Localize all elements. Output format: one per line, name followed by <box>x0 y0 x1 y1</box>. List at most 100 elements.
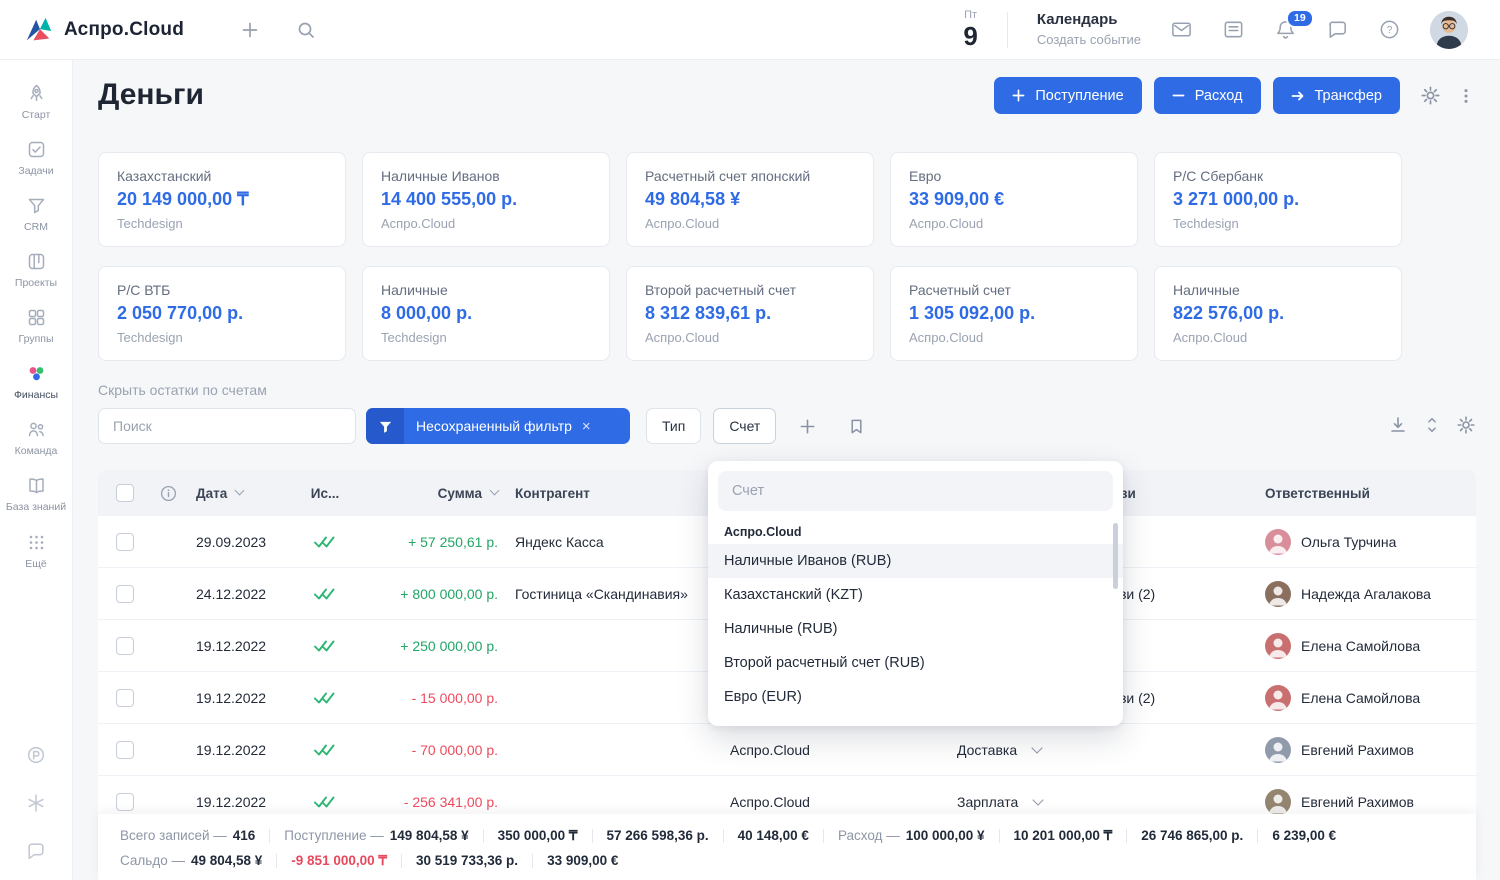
settings-gear-icon[interactable] <box>1420 85 1441 106</box>
row-checkbox[interactable] <box>116 585 134 603</box>
hide-balances-link[interactable]: Скрыть остатки по счетам <box>98 382 267 398</box>
account-card[interactable]: Евро 33 909,00 € Аспро.Cloud <box>890 152 1138 247</box>
column-header-amount[interactable]: Сумма <box>438 470 498 516</box>
avatar <box>1265 737 1291 763</box>
dropdown-search-input[interactable] <box>718 471 1113 511</box>
global-search-icon[interactable] <box>296 20 316 40</box>
divider <box>1007 12 1008 48</box>
chat-icon[interactable] <box>1326 18 1349 41</box>
dropdown-option[interactable]: Наличные Иванов (RUB) <box>708 544 1123 578</box>
dropdown-scrollbar[interactable] <box>1113 523 1118 589</box>
filter-chip-close-icon[interactable]: × <box>582 418 603 435</box>
sidebar-item-finance[interactable]: Финансы <box>0 354 73 410</box>
sidebar: Старт Задачи CRM Проекты Группы Финансы … <box>0 60 73 880</box>
account-card[interactable]: Р/С ВТБ 2 050 770,00 р. Techdesign <box>98 266 346 361</box>
dropdown-option[interactable]: Второй расчетный счет (RUB) <box>708 646 1123 680</box>
help-icon[interactable]: ? <box>1378 18 1401 41</box>
info-icon[interactable] <box>160 470 177 516</box>
sidebar-item-crm[interactable]: CRM <box>0 186 73 242</box>
notifications-bell-icon[interactable]: 19 <box>1274 18 1297 41</box>
row-category[interactable]: Доставка <box>957 724 1041 775</box>
grid-icon <box>26 307 47 328</box>
kebab-menu-icon[interactable] <box>1457 87 1475 105</box>
table-settings-gear-icon[interactable] <box>1456 415 1476 435</box>
account-card[interactable]: Расчетный счет 1 305 092,00 р. Аспро.Clo… <box>890 266 1138 361</box>
row-checkbox[interactable] <box>116 637 134 655</box>
mail-icon[interactable] <box>1170 18 1193 41</box>
balance-total: Сальдо —49 804,58 ¥ <box>120 853 262 868</box>
products-icon[interactable] <box>25 744 47 766</box>
support-chat-icon[interactable] <box>25 840 47 862</box>
summary-line-1: Всего записей —416 Поступление —149 804,… <box>120 826 1454 845</box>
expense-total: 6 239,00 € <box>1272 828 1336 843</box>
account-organization: Techdesign <box>381 330 591 345</box>
dropdown-option[interactable]: Наличные (RUB) <box>708 612 1123 646</box>
row-checkbox[interactable] <box>116 741 134 759</box>
select-all-checkbox[interactable] <box>116 484 134 502</box>
calendar-widget[interactable]: Календарь Создать событие <box>1037 11 1141 48</box>
add-filter-icon[interactable] <box>798 417 817 436</box>
row-responsible: Ольга Турчина <box>1265 516 1396 567</box>
table-row[interactable]: 19.12.2022 - 70 000,00 р. Аспро.Cloud До… <box>98 724 1476 776</box>
double-check-icon <box>301 568 349 619</box>
account-organization: Аспро.Cloud <box>909 330 1119 345</box>
account-card[interactable]: Казахстанский 20 149 000,00 ₸ Techdesign <box>98 152 346 247</box>
column-header-date[interactable]: Дата <box>196 470 243 516</box>
expense-button[interactable]: Расход <box>1154 77 1261 114</box>
dots-grid-icon <box>26 532 47 553</box>
row-checkbox[interactable] <box>116 533 134 551</box>
sidebar-item-projects[interactable]: Проекты <box>0 242 73 298</box>
transfer-button[interactable]: Трансфер <box>1273 77 1401 114</box>
account-organization: Techdesign <box>117 330 327 345</box>
collapse-rows-icon[interactable] <box>1423 415 1441 435</box>
sidebar-item-knowledge-base[interactable]: База знаний <box>0 466 73 522</box>
account-name: Р/С ВТБ <box>117 282 327 298</box>
calendar-date[interactable]: Пт 9 <box>963 10 977 49</box>
app-logo[interactable]: Аспро.Cloud <box>24 15 184 45</box>
sidebar-item-team[interactable]: Команда <box>0 410 73 466</box>
income-button[interactable]: Поступление <box>994 77 1141 114</box>
create-plus-icon[interactable] <box>240 20 260 40</box>
bookmark-icon[interactable] <box>847 417 866 436</box>
sidebar-item-more[interactable]: Ещё <box>0 523 73 579</box>
account-balance: 2 050 770,00 р. <box>117 303 327 324</box>
account-name: Наличные <box>1173 282 1383 298</box>
rocket-icon <box>26 83 47 104</box>
account-card[interactable]: Р/С Сбербанк 3 271 000,00 р. Techdesign <box>1154 152 1402 247</box>
row-amount: + 250 000,00 р. <box>400 620 498 671</box>
account-filter-button[interactable]: Счет <box>713 408 776 444</box>
dropdown-option[interactable]: Евро (EUR) <box>708 680 1123 714</box>
account-card[interactable]: Наличные 822 576,00 р. Аспро.Cloud <box>1154 266 1402 361</box>
account-card[interactable]: Наличные Иванов 14 400 555,00 р. Аспро.C… <box>362 152 610 247</box>
dropdown-option[interactable]: Казахстанский (KZT) <box>708 578 1123 612</box>
column-header-source: Ис... <box>301 470 349 516</box>
avatar <box>1265 633 1291 659</box>
notes-icon[interactable] <box>1222 18 1245 41</box>
sidebar-item-tasks[interactable]: Задачи <box>0 130 73 186</box>
account-balance: 822 576,00 р. <box>1173 303 1383 324</box>
row-amount: + 57 250,61 р. <box>408 516 498 567</box>
user-avatar[interactable] <box>1430 11 1468 49</box>
type-filter-button[interactable]: Тип <box>646 408 701 444</box>
account-balance: 1 305 092,00 р. <box>909 303 1119 324</box>
account-card[interactable]: Расчетный счет японский 49 804,58 ¥ Аспр… <box>626 152 874 247</box>
team-icon <box>26 419 47 440</box>
sidebar-item-start[interactable]: Старт <box>0 74 73 130</box>
export-download-icon[interactable] <box>1388 415 1408 435</box>
row-responsible: Елена Самойлова <box>1265 672 1420 723</box>
account-card[interactable]: Второй расчетный счет 8 312 839,61 р. Ас… <box>626 266 874 361</box>
column-header-counterparty: Контрагент <box>515 470 590 516</box>
account-name: Р/С Сбербанк <box>1173 168 1383 184</box>
account-balance: 33 909,00 € <box>909 189 1119 210</box>
sidebar-item-groups[interactable]: Группы <box>0 298 73 354</box>
account-balance: 3 271 000,00 р. <box>1173 189 1383 210</box>
integrations-icon[interactable] <box>25 792 47 814</box>
page-title: Деньги <box>98 78 204 112</box>
row-checkbox[interactable] <box>116 689 134 707</box>
row-checkbox[interactable] <box>116 793 134 811</box>
balance-total: 33 909,00 € <box>547 853 618 868</box>
income-total: 350 000,00 ₸ <box>498 828 578 844</box>
search-input[interactable] <box>98 408 356 444</box>
account-card[interactable]: Наличные 8 000,00 р. Techdesign <box>362 266 610 361</box>
unsaved-filter-chip[interactable]: Несохраненный фильтр × <box>366 408 630 444</box>
